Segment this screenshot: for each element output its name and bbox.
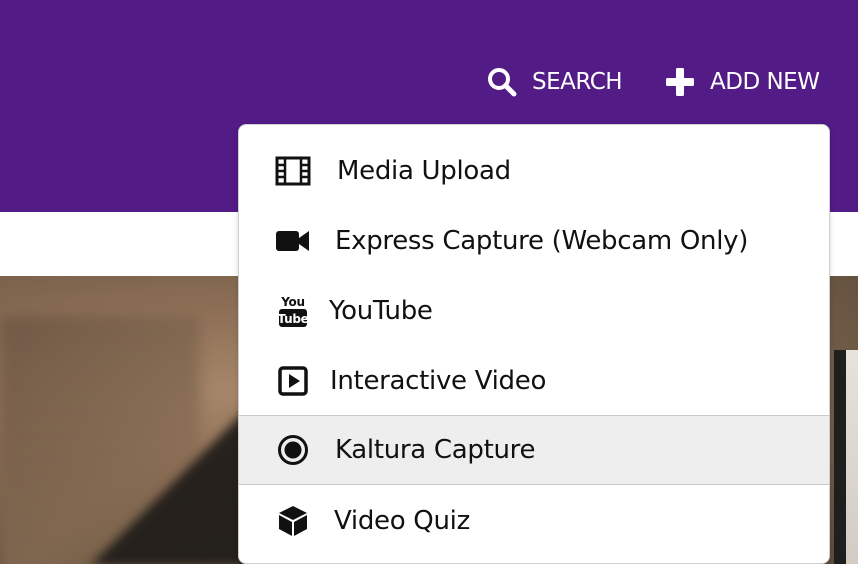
search-link[interactable]: SEARCH [486, 62, 623, 102]
menu-item-youtube[interactable]: You Tube YouTube [239, 276, 829, 346]
film-strip-icon [273, 151, 313, 191]
thumbnail-right-edge [834, 350, 858, 564]
plus-icon [664, 66, 696, 98]
play-square-icon [273, 361, 313, 401]
menu-item-label: Video Quiz [334, 506, 470, 536]
search-label: SEARCH [532, 69, 623, 95]
menu-item-interactive-video[interactable]: Interactive Video [239, 346, 829, 416]
youtube-icon: You Tube [273, 291, 313, 331]
svg-text:You: You [280, 295, 304, 309]
menu-item-label: YouTube [329, 296, 433, 326]
menu-item-label: Express Capture (Webcam Only) [335, 226, 749, 256]
record-icon [273, 430, 313, 470]
menu-item-label: Kaltura Capture [335, 435, 536, 465]
video-camera-icon [273, 221, 313, 261]
add-new-dropdown-menu: Media Upload Express Capture (Webcam Onl… [238, 124, 830, 564]
menu-item-express-capture[interactable]: Express Capture (Webcam Only) [239, 206, 829, 276]
thumbnail-right-edge-inner [846, 350, 858, 564]
add-new-label: ADD NEW [710, 69, 820, 95]
add-new-button[interactable]: ADD NEW [664, 62, 820, 102]
menu-item-kaltura-capture[interactable]: Kaltura Capture [239, 415, 829, 485]
search-icon [486, 66, 518, 98]
menu-item-video-quiz[interactable]: Video Quiz [239, 486, 829, 556]
cube-icon [273, 501, 313, 541]
menu-item-label: Interactive Video [330, 366, 547, 396]
svg-text:Tube: Tube [278, 312, 309, 326]
menu-item-media-upload[interactable]: Media Upload [239, 136, 829, 206]
menu-item-label: Media Upload [337, 156, 511, 186]
